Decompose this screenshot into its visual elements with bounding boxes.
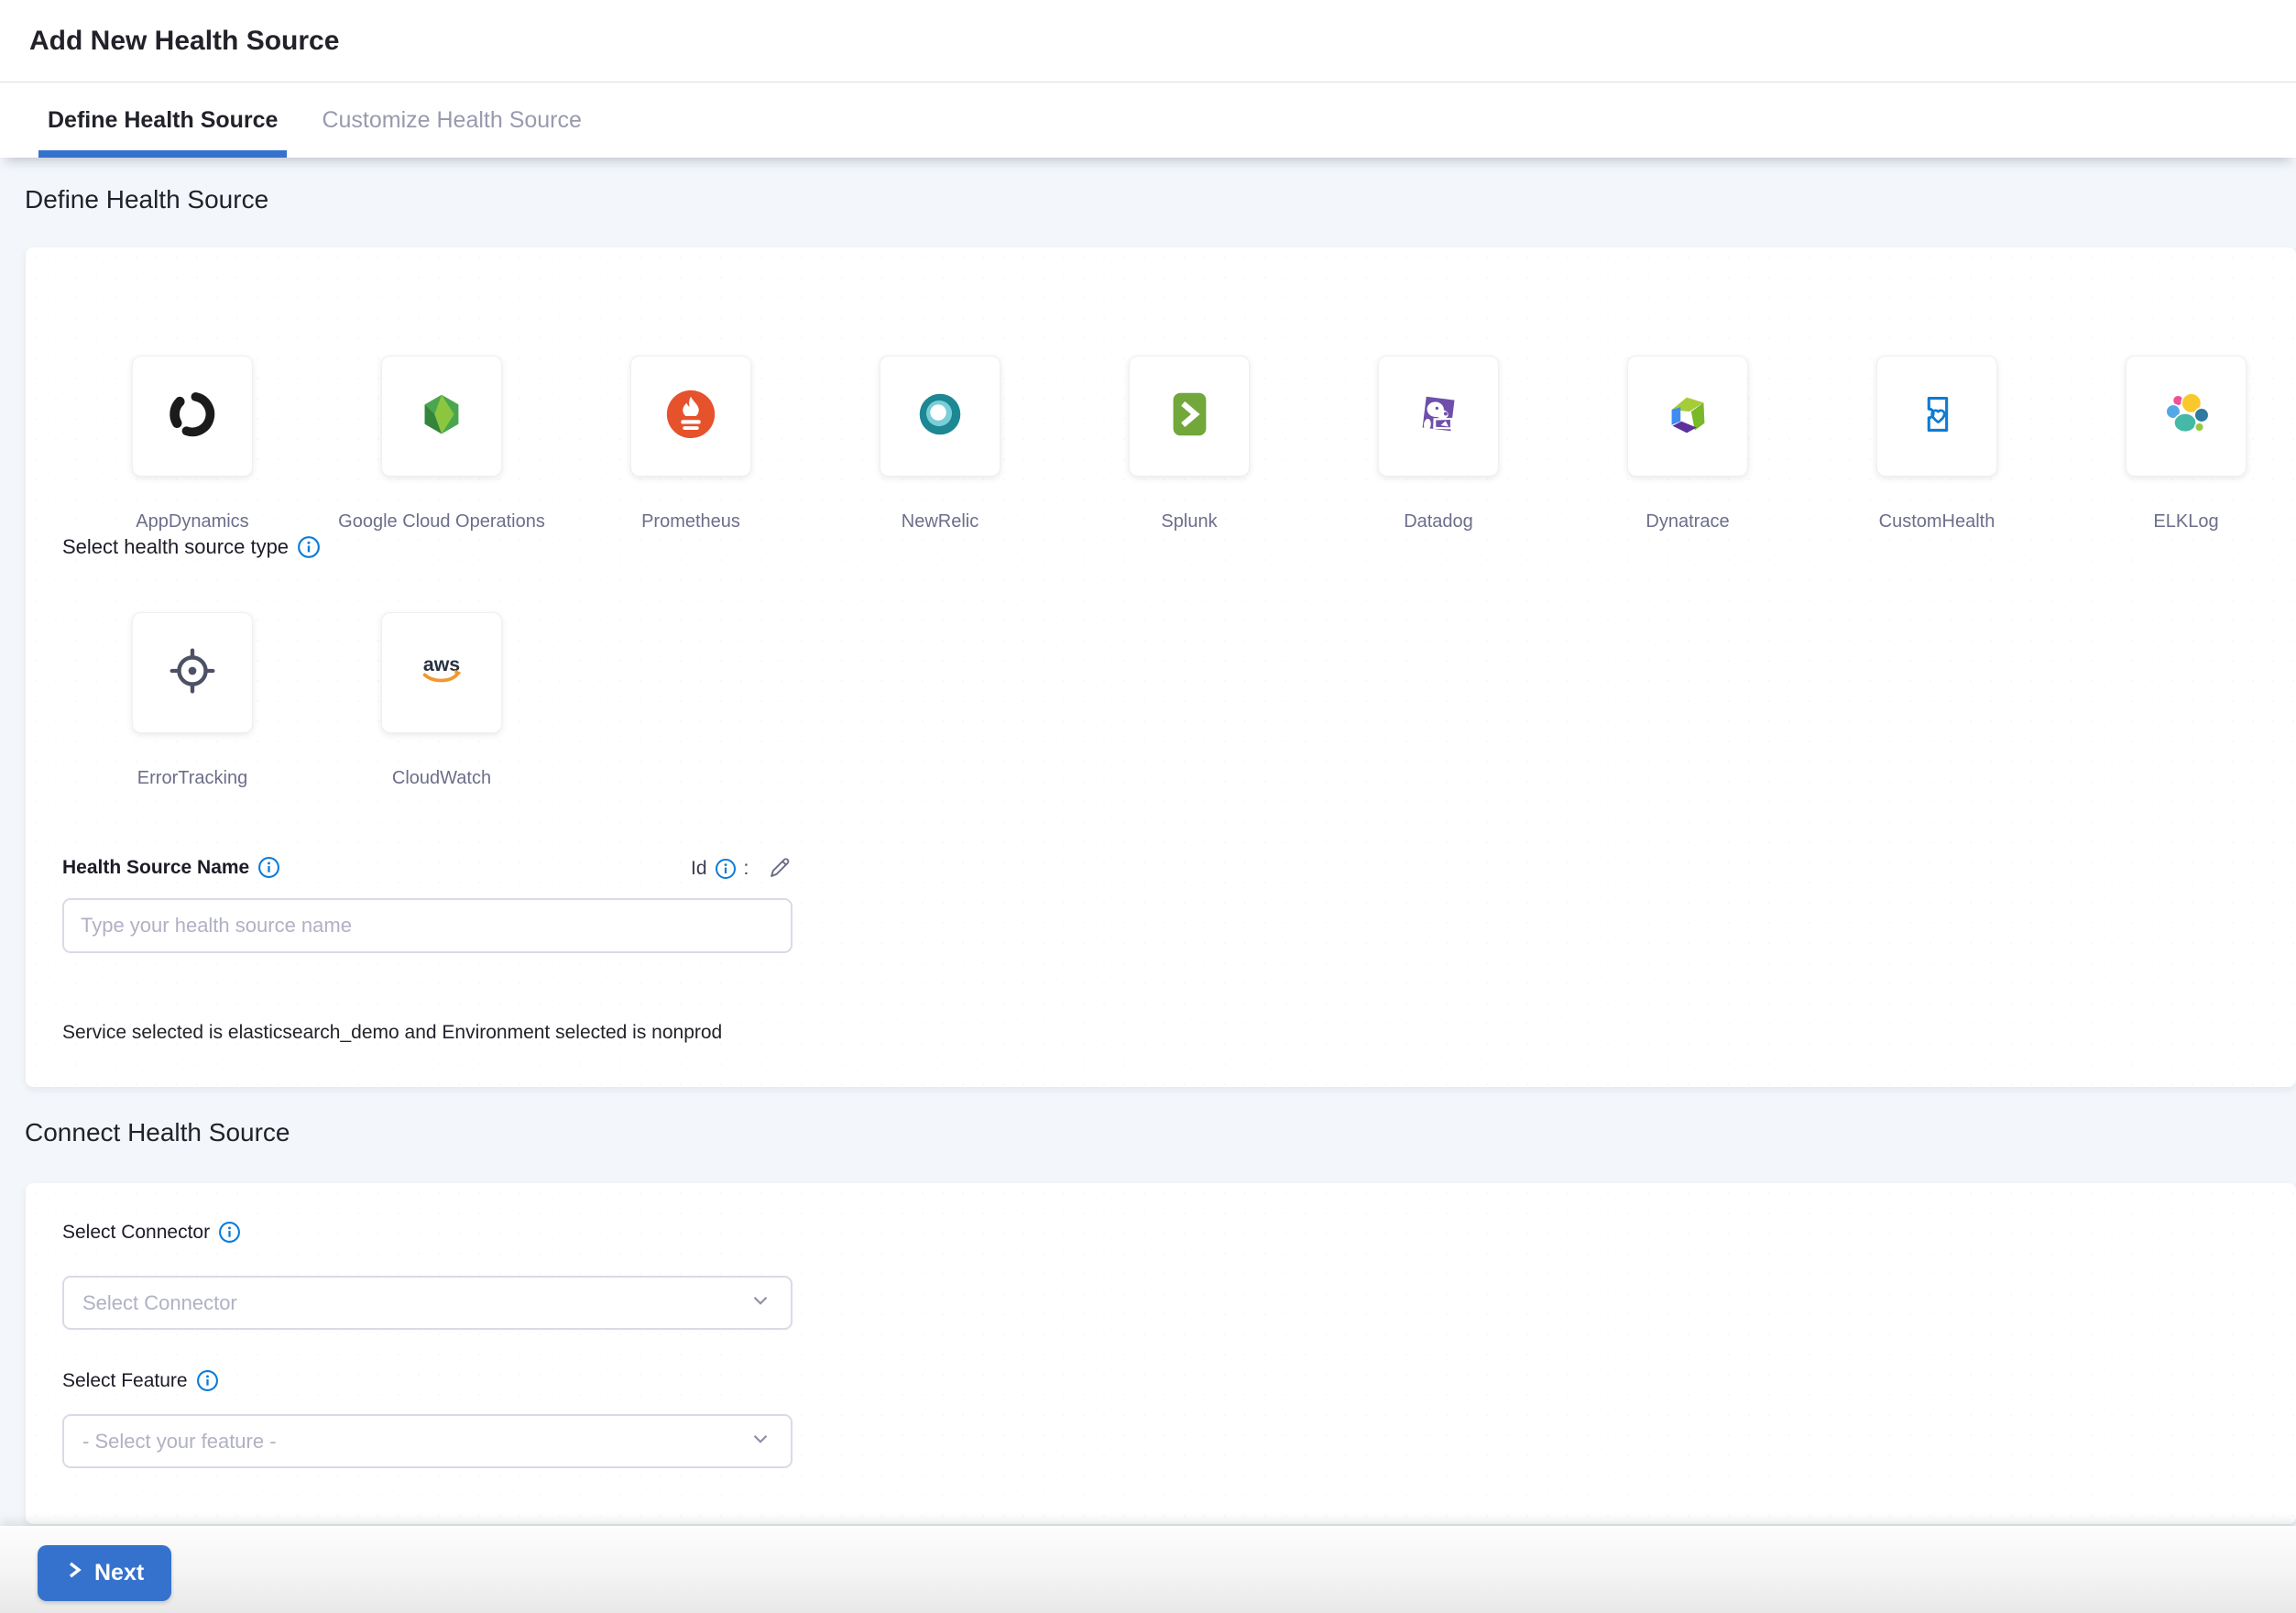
info-icon[interactable] bbox=[218, 1221, 241, 1244]
chevron-down-icon bbox=[749, 1289, 772, 1317]
source-tile-splunk[interactable]: Splunk bbox=[1130, 356, 1249, 532]
select-health-source-type-label: Select health source type bbox=[62, 535, 321, 559]
define-section-heading: Define Health Source bbox=[25, 185, 268, 214]
health-source-name-label: Health Source Name bbox=[62, 856, 280, 879]
info-icon[interactable] bbox=[715, 858, 737, 880]
source-tile-newrelic[interactable]: NewRelic bbox=[880, 356, 1000, 532]
info-icon[interactable] bbox=[257, 856, 280, 879]
health-source-name-input[interactable] bbox=[62, 898, 793, 953]
connector-select[interactable]: Select Connector bbox=[62, 1276, 793, 1330]
prometheus-icon bbox=[662, 386, 719, 447]
aws-cloudwatch-icon: aws bbox=[413, 642, 470, 704]
info-icon[interactable] bbox=[297, 535, 321, 559]
connector-select-value: Select Connector bbox=[82, 1291, 237, 1315]
dynatrace-icon bbox=[1659, 386, 1716, 447]
source-tile-errortracking[interactable]: ErrorTracking bbox=[133, 612, 252, 789]
next-button[interactable]: Next bbox=[38, 1545, 171, 1601]
tab-bar: Define Health Source Customize Health So… bbox=[0, 82, 2296, 158]
select-feature-label: Select Feature bbox=[62, 1369, 219, 1392]
feature-select[interactable]: - Select your feature - bbox=[62, 1414, 793, 1468]
errortracking-icon bbox=[164, 642, 221, 704]
id-label: Id bbox=[691, 858, 707, 880]
chevron-down-icon bbox=[749, 1427, 772, 1455]
service-environment-note: Service selected is elasticsearch_demo a… bbox=[62, 1022, 722, 1044]
appdynamics-icon bbox=[164, 386, 221, 447]
source-tile-datadog[interactable]: Datadog bbox=[1379, 356, 1498, 532]
drawer-footer: Next bbox=[0, 1526, 2296, 1613]
connect-health-source-card bbox=[26, 1183, 2296, 1524]
svg-text:aws: aws bbox=[423, 653, 460, 675]
source-tile-dynatrace[interactable]: Dynatrace bbox=[1628, 356, 1747, 532]
connect-section-heading: Connect Health Source bbox=[25, 1118, 290, 1147]
elklog-icon bbox=[2158, 386, 2214, 447]
source-tile-elklog[interactable]: ELKLog bbox=[2127, 356, 2246, 532]
id-colon: : bbox=[744, 858, 749, 880]
source-tile-customhealth[interactable]: CustomHealth bbox=[1877, 356, 1996, 532]
customhealth-icon bbox=[1908, 386, 1965, 447]
page-title: Add New Health Source bbox=[29, 26, 339, 57]
edit-pencil-icon[interactable] bbox=[767, 856, 792, 881]
source-tile-prometheus[interactable]: Prometheus bbox=[631, 356, 750, 532]
source-type-row-1: AppDynamics Google Cloud Operations bbox=[133, 356, 2246, 532]
source-tile-google-cloud-operations[interactable]: Google Cloud Operations bbox=[382, 356, 501, 532]
splunk-icon bbox=[1161, 386, 1218, 447]
id-row: Id : bbox=[691, 856, 792, 881]
tab-customize-health-source[interactable]: Customize Health Source bbox=[312, 82, 590, 158]
info-icon[interactable] bbox=[196, 1369, 219, 1392]
select-connector-label: Select Connector bbox=[62, 1221, 241, 1244]
source-type-row-2: ErrorTracking aws CloudWatch bbox=[133, 612, 501, 789]
source-tile-appdynamics[interactable]: AppDynamics bbox=[133, 356, 252, 532]
define-health-source-card: Select health source type AppDynamics bbox=[26, 247, 2296, 1087]
tab-define-health-source[interactable]: Define Health Source bbox=[38, 82, 287, 158]
datadog-icon bbox=[1410, 386, 1467, 447]
feature-select-value: - Select your feature - bbox=[82, 1430, 277, 1454]
drawer-header: Add New Health Source bbox=[0, 0, 2296, 82]
chevron-right-icon bbox=[65, 1559, 83, 1587]
source-tile-cloudwatch[interactable]: aws CloudWatch bbox=[382, 612, 501, 789]
google-cloud-operations-icon bbox=[413, 386, 470, 447]
newrelic-icon bbox=[912, 386, 968, 447]
